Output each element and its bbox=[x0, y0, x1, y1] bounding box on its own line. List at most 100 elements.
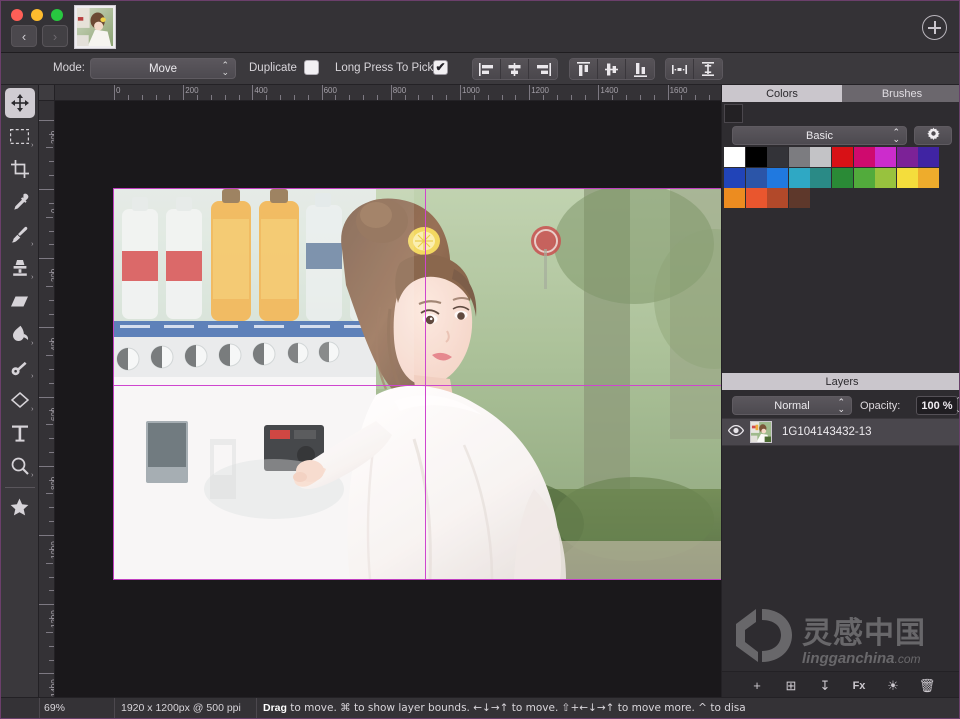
marquee-tool[interactable]: › bbox=[5, 121, 35, 151]
color-swatch[interactable] bbox=[724, 168, 745, 188]
zoom-tool[interactable]: › bbox=[5, 451, 35, 481]
forward-button[interactable]: › bbox=[42, 25, 68, 47]
color-swatch[interactable] bbox=[746, 168, 767, 188]
zoom-window-button[interactable] bbox=[51, 9, 63, 21]
palette-dropdown[interactable]: Basic ⌃⌄ bbox=[732, 126, 907, 145]
minimize-window-button[interactable] bbox=[31, 9, 43, 21]
effects-tool[interactable] bbox=[5, 492, 35, 522]
ruler-tick-minor bbox=[156, 95, 157, 100]
delete-layer-button[interactable]: 🗑 bbox=[918, 677, 936, 695]
import-layer-button[interactable]: ↧ bbox=[816, 677, 834, 695]
back-button[interactable]: ‹ bbox=[11, 25, 37, 47]
brush-icon bbox=[11, 226, 29, 244]
color-swatch[interactable] bbox=[746, 147, 767, 167]
current-color-well[interactable] bbox=[724, 104, 743, 123]
color-swatch[interactable] bbox=[746, 188, 767, 208]
color-swatch[interactable] bbox=[918, 147, 939, 167]
shape-tool[interactable]: › bbox=[5, 385, 35, 415]
color-swatch[interactable] bbox=[875, 168, 896, 188]
brush-tool[interactable]: › bbox=[5, 220, 35, 250]
color-swatch[interactable] bbox=[854, 168, 875, 188]
tab-brushes[interactable]: Brushes bbox=[842, 85, 960, 102]
color-swatch[interactable] bbox=[897, 147, 918, 167]
align-center-horizontal-button[interactable] bbox=[501, 59, 529, 79]
align-middle-vertical-button[interactable] bbox=[598, 59, 626, 79]
submenu-triangle-icon: › bbox=[31, 373, 33, 380]
smudge-tool[interactable]: › bbox=[5, 319, 35, 349]
ruler-tick-minor bbox=[49, 660, 54, 661]
ruler-tick-minor bbox=[709, 95, 710, 100]
ruler-tick-minor bbox=[266, 95, 267, 100]
color-swatch[interactable] bbox=[897, 168, 918, 188]
align-horizontal-group bbox=[472, 58, 558, 80]
blend-mode-dropdown[interactable]: Normal ⌃⌄ bbox=[732, 396, 852, 415]
duplicate-checkbox[interactable] bbox=[304, 60, 319, 75]
color-swatch[interactable] bbox=[789, 188, 810, 208]
long-press-to-pick-checkbox[interactable]: ✔ bbox=[433, 60, 448, 75]
status-bar: 69% 1920 x 1200px @ 500 ppi Drag to move… bbox=[1, 697, 960, 718]
color-swatch[interactable] bbox=[810, 168, 831, 188]
ruler-tick-minor bbox=[49, 577, 54, 578]
align-right-button[interactable] bbox=[529, 59, 557, 79]
ruler-label: 600 bbox=[324, 86, 337, 95]
adjustments-button[interactable]: ☀ bbox=[884, 677, 902, 695]
color-swatch[interactable] bbox=[810, 147, 831, 167]
color-swatch[interactable] bbox=[767, 188, 788, 208]
new-document-button[interactable] bbox=[922, 15, 947, 40]
ruler-tick-minor bbox=[543, 95, 544, 100]
color-swatch[interactable] bbox=[767, 147, 788, 167]
layer-visibility-toggle[interactable] bbox=[722, 425, 750, 439]
layer-row[interactable]: 1G104143432-13 bbox=[722, 418, 960, 446]
move-tool[interactable] bbox=[5, 88, 35, 118]
status-divider bbox=[256, 698, 257, 719]
color-swatch[interactable] bbox=[875, 147, 896, 167]
eyedropper-tool[interactable] bbox=[5, 187, 35, 217]
opacity-stepper[interactable]: ⌃⌄ bbox=[953, 396, 960, 415]
ruler-tick-major bbox=[39, 535, 55, 536]
close-window-button[interactable] bbox=[11, 9, 23, 21]
color-swatch[interactable] bbox=[832, 168, 853, 188]
color-swatch[interactable] bbox=[767, 168, 788, 188]
distribute-group bbox=[665, 58, 723, 80]
document-tab-thumbnail[interactable] bbox=[74, 5, 116, 49]
color-swatch[interactable] bbox=[854, 147, 875, 167]
distribute-vertical-button[interactable] bbox=[694, 59, 722, 79]
ruler-tick-minor bbox=[197, 95, 198, 100]
add-group-button[interactable]: ⊞ bbox=[782, 677, 800, 695]
eraser-tool[interactable] bbox=[5, 286, 35, 316]
zoom-level-indicator[interactable]: 69% bbox=[39, 702, 99, 714]
mode-dropdown[interactable]: Move ⌃⌄ bbox=[90, 58, 236, 79]
dodge-tool[interactable]: › bbox=[5, 352, 35, 382]
guide-horizontal[interactable] bbox=[114, 385, 721, 386]
align-bottom-button[interactable] bbox=[626, 59, 654, 79]
submenu-triangle-icon: › bbox=[31, 241, 33, 248]
align-left-button[interactable] bbox=[473, 59, 501, 79]
color-swatch[interactable] bbox=[918, 168, 939, 188]
smudge-icon bbox=[11, 325, 29, 343]
ruler-tick-minor bbox=[49, 646, 54, 647]
color-swatch[interactable] bbox=[724, 147, 745, 167]
color-swatch[interactable] bbox=[724, 188, 745, 208]
color-swatch[interactable] bbox=[832, 147, 853, 167]
magnifier-icon bbox=[11, 457, 29, 475]
distribute-horizontal-button[interactable] bbox=[666, 59, 694, 79]
color-swatch[interactable] bbox=[789, 168, 810, 188]
ruler-tick-minor bbox=[405, 95, 406, 100]
text-tool[interactable] bbox=[5, 418, 35, 448]
canvas-area[interactable]: 02004006008001000120014001600 2000200400… bbox=[39, 85, 721, 699]
align-top-button[interactable] bbox=[570, 59, 598, 79]
clone-stamp-tool[interactable]: › bbox=[5, 253, 35, 283]
eyedropper-icon bbox=[11, 193, 29, 211]
canvas-stage[interactable] bbox=[55, 101, 721, 699]
color-swatch[interactable] bbox=[789, 147, 810, 167]
submenu-triangle-icon: › bbox=[31, 340, 33, 347]
opacity-input[interactable]: 100 % bbox=[916, 396, 958, 415]
crop-tool[interactable] bbox=[5, 154, 35, 184]
guide-vertical[interactable] bbox=[425, 189, 426, 579]
add-layer-button[interactable]: + bbox=[748, 677, 766, 695]
ruler-tick-minor bbox=[49, 438, 54, 439]
effects-button[interactable]: Fx bbox=[850, 677, 868, 695]
palette-settings-button[interactable] bbox=[914, 126, 952, 145]
tab-colors[interactable]: Colors bbox=[722, 85, 842, 102]
image-layer[interactable] bbox=[114, 189, 721, 579]
